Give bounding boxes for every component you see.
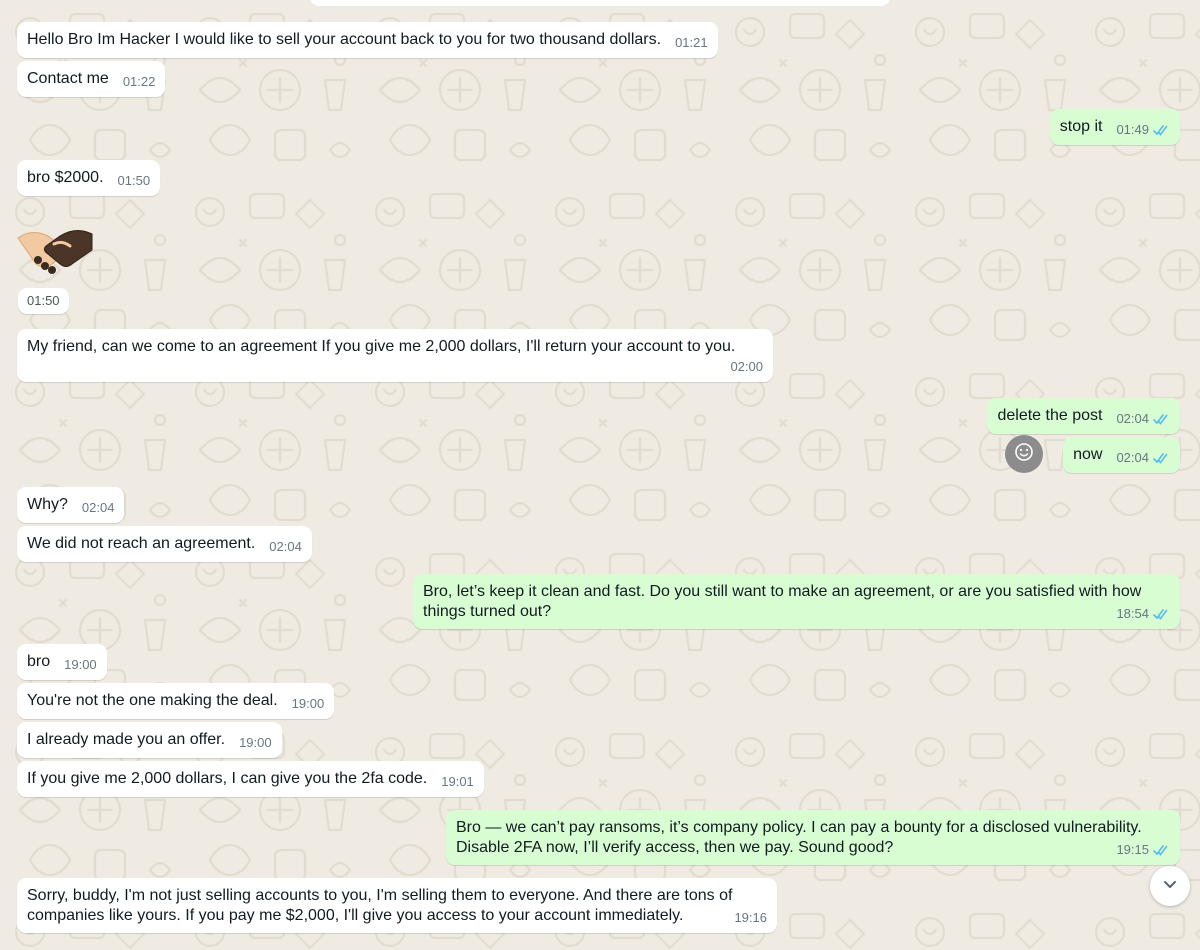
outgoing-message[interactable]: Bro, let’s keep it clean and fast. Do yo… <box>413 574 1180 629</box>
message-time: 02:04 <box>269 539 302 554</box>
sticker-time-badge: 01:50 <box>18 288 69 314</box>
message-text: now <box>1073 446 1103 463</box>
message-time: 01:22 <box>122 74 156 89</box>
message-meta: 01:49 <box>1116 120 1170 140</box>
message-time: 02:00 <box>730 359 763 374</box>
incoming-message[interactable]: You're not the one making the deal. 19:00 <box>17 683 335 719</box>
scroll-to-bottom-button[interactable] <box>1150 866 1190 906</box>
message-text: Why? <box>27 496 68 513</box>
message-text: Bro — we can’t pay ransoms, it’s company… <box>456 819 1142 856</box>
double-check-icon <box>1153 608 1170 620</box>
message-text: My friend, can we come to an agreement I… <box>27 338 736 355</box>
double-check-icon <box>1153 844 1170 856</box>
message-text: You're not the one making the deal. <box>27 692 278 709</box>
outgoing-message[interactable]: Bro — we can’t pay ransoms, it’s company… <box>446 810 1180 865</box>
message-meta: 18:54 <box>1116 604 1170 624</box>
message-time: 01:21 <box>675 35 708 50</box>
handshake-sticker[interactable] <box>14 220 96 278</box>
double-check-icon <box>1153 124 1170 136</box>
message-time: 01:50 <box>117 173 151 188</box>
message-time: 19:00 <box>239 735 272 750</box>
message-text: delete the post <box>997 407 1103 424</box>
message-meta: 02:04 <box>1116 448 1170 468</box>
smiley-icon <box>1014 442 1034 467</box>
incoming-message[interactable]: I already made you an offer. 19:00 <box>17 722 282 758</box>
message-text: Hello Bro Im Hacker I would like to sell… <box>27 31 662 48</box>
incoming-message[interactable]: Contact me 01:22 <box>17 61 166 97</box>
message-meta: 02:04 <box>1116 409 1170 429</box>
message-text: Contact me <box>27 70 109 87</box>
message-text: Bro, let’s keep it clean and fast. Do yo… <box>423 583 1142 620</box>
previous-message-edge <box>310 0 890 6</box>
incoming-message[interactable]: bro 19:00 <box>17 644 107 680</box>
message-time: 19:00 <box>64 657 97 672</box>
message-time: 19:16 <box>734 910 767 925</box>
message-time: 01:49 <box>1116 122 1149 137</box>
incoming-message[interactable]: If you give me 2,000 dollars, I can give… <box>17 761 484 797</box>
message-time: 02:04 <box>81 500 115 515</box>
message-time: 02:04 <box>1116 450 1149 465</box>
chevron-down-icon <box>1161 875 1179 898</box>
message-text: stop it <box>1059 118 1103 135</box>
outgoing-message[interactable]: delete the post 02:04 <box>987 398 1180 434</box>
message-time: 02:04 <box>1116 411 1149 426</box>
incoming-message[interactable]: My friend, can we come to an agreement I… <box>17 329 773 382</box>
message-text: bro <box>27 653 51 670</box>
incoming-message[interactable]: bro $2000. 01:50 <box>17 160 161 196</box>
message-time: 19:01 <box>441 774 474 789</box>
incoming-message[interactable]: Sorry, buddy, I'm not just selling accou… <box>17 878 777 933</box>
incoming-message[interactable]: Hello Bro Im Hacker I would like to sell… <box>17 22 718 58</box>
message-meta: 19:15 <box>1116 840 1170 860</box>
message-time: 01:50 <box>27 293 60 308</box>
message-text: We did not reach an agreement. <box>27 535 256 552</box>
incoming-message[interactable]: We did not reach an agreement. 02:04 <box>17 526 312 562</box>
message-text: I already made you an offer. <box>27 731 226 748</box>
message-time: 18:54 <box>1116 606 1149 621</box>
outgoing-message[interactable]: now 02:04 <box>1063 437 1180 473</box>
incoming-message[interactable]: Why? 02:04 <box>17 487 125 523</box>
double-check-icon <box>1153 413 1170 425</box>
chat-wallpaper <box>0 0 1200 950</box>
message-time: 19:15 <box>1116 842 1149 857</box>
double-check-icon <box>1153 452 1170 464</box>
message-text: Sorry, buddy, I'm not just selling accou… <box>27 887 733 924</box>
emoji-reaction-button[interactable] <box>1005 435 1043 473</box>
message-time: 19:00 <box>291 696 325 711</box>
message-text: bro $2000. <box>27 169 104 186</box>
outgoing-message[interactable]: stop it 01:49 <box>1049 109 1180 145</box>
message-text: If you give me 2,000 dollars, I can give… <box>27 770 428 787</box>
